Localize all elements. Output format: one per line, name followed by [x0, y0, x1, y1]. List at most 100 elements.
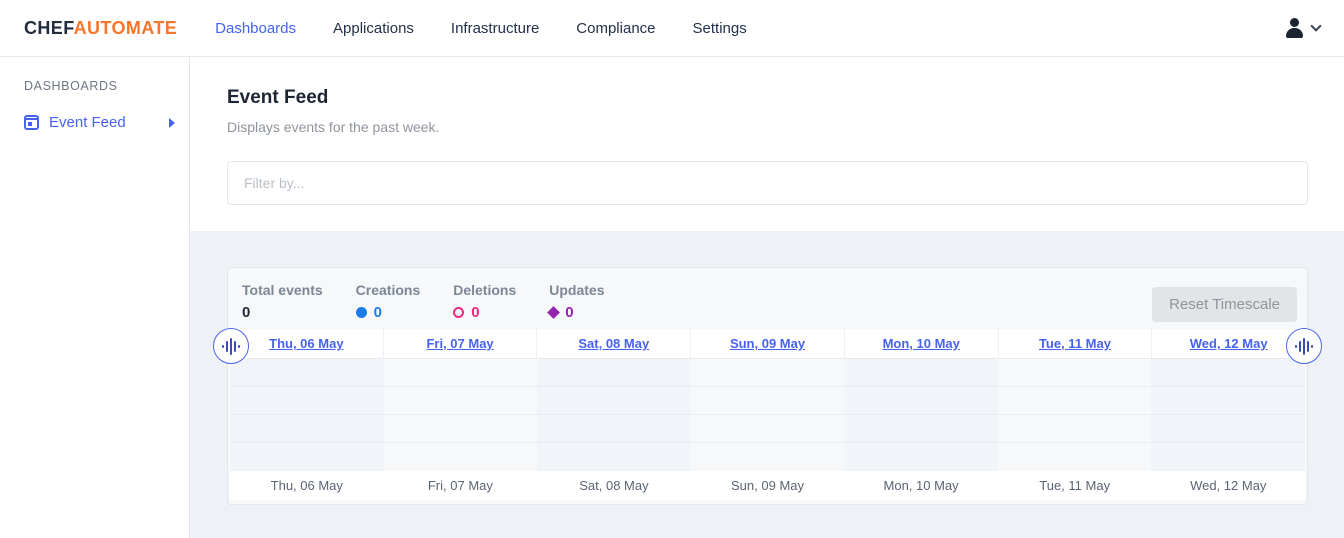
stat-deletions: Deletions 0 [453, 282, 516, 321]
day-footer-label: Thu, 06 May [230, 471, 384, 500]
day-header-link[interactable]: Fri, 07 May [383, 329, 537, 358]
day-footer-label: Sun, 09 May [691, 471, 845, 500]
grid-column [384, 359, 538, 471]
stat-creations: Creations 0 [356, 282, 421, 321]
nav-item-dashboards[interactable]: Dashboards [215, 20, 296, 37]
day-header-link[interactable]: Tue, 11 May [998, 329, 1152, 358]
stat-label: Creations [356, 282, 421, 298]
grid-cell [384, 359, 538, 387]
nav-item-applications[interactable]: Applications [333, 20, 414, 37]
chevron-down-icon [1310, 20, 1321, 31]
stat-value: 0 [471, 304, 479, 321]
grid-cell [537, 443, 691, 471]
main-nav: Dashboards Applications Infrastructure Comp… [215, 20, 747, 37]
grid-cell [844, 359, 998, 387]
expand-arrow-icon [169, 118, 175, 128]
stat-total-events: Total events 0 [242, 282, 323, 321]
stat-value: 0 [242, 304, 250, 321]
day-header-link[interactable]: Sat, 08 May [536, 329, 690, 358]
filled-circle-icon [356, 307, 367, 318]
day-header-link[interactable]: Wed, 12 May [1151, 329, 1305, 358]
grid-cell [1151, 443, 1305, 471]
grid-column [844, 359, 998, 471]
day-footer-label: Wed, 12 May [1151, 471, 1305, 500]
day-footer-label: Sat, 08 May [537, 471, 691, 500]
stat-updates: Updates 0 [549, 282, 604, 321]
handle-bars-icon [1295, 345, 1297, 348]
timeline-day-footer-row: Thu, 06 MayFri, 07 MaySat, 08 MaySun, 09… [230, 471, 1305, 500]
nav-item-infrastructure[interactable]: Infrastructure [451, 20, 539, 37]
user-menu[interactable] [1285, 18, 1320, 38]
grid-cell [998, 443, 1152, 471]
grid-cell [844, 387, 998, 415]
timescale-right-handle[interactable] [1286, 328, 1322, 364]
logo-automate-text: AUTOMATE [74, 18, 178, 38]
calendar-icon [24, 115, 39, 130]
logo-chef-text: CHEF [24, 18, 74, 38]
grid-cell [230, 443, 384, 471]
filled-diamond-icon [547, 306, 560, 319]
sidebar: DASHBOARDS Event Feed [0, 57, 190, 538]
grid-cell [384, 387, 538, 415]
grid-cell [384, 443, 538, 471]
timescale-left-handle[interactable] [213, 328, 249, 364]
grid-cell [998, 387, 1152, 415]
sidebar-item-label: Event Feed [49, 114, 126, 131]
stat-label: Updates [549, 282, 604, 298]
day-header-link[interactable]: Thu, 06 May [230, 329, 383, 358]
grid-cell [1151, 359, 1305, 387]
nav-item-compliance[interactable]: Compliance [576, 20, 655, 37]
grid-cell [998, 415, 1152, 443]
chef-automate-logo[interactable]: CHEFAUTOMATE [24, 18, 177, 39]
day-footer-label: Fri, 07 May [384, 471, 538, 500]
stat-value: 0 [374, 304, 382, 321]
grid-column [691, 359, 845, 471]
page-header-section: Event Feed Displays events for the past … [190, 57, 1344, 231]
grid-cell [1151, 387, 1305, 415]
main-content: Event Feed Displays events for the past … [190, 57, 1344, 538]
open-circle-icon [453, 307, 464, 318]
handle-bars-icon [222, 345, 224, 348]
grid-cell [691, 359, 845, 387]
day-header-link[interactable]: Sun, 09 May [690, 329, 844, 358]
sidebar-heading: DASHBOARDS [24, 79, 189, 93]
top-navigation-bar: CHEFAUTOMATE Dashboards Applications Infra… [0, 0, 1344, 57]
grid-cell [691, 415, 845, 443]
page-title: Event Feed [227, 87, 1308, 109]
grid-cell [230, 415, 384, 443]
grid-column [1151, 359, 1305, 471]
user-icon [1285, 18, 1305, 38]
filter-input[interactable] [227, 161, 1308, 205]
nav-item-settings[interactable]: Settings [693, 20, 747, 37]
reset-timescale-button[interactable]: Reset Timescale [1152, 287, 1297, 322]
timeline-day-header-row: Thu, 06 MayFri, 07 MaySat, 08 MaySun, 09… [230, 329, 1305, 359]
grid-cell [537, 359, 691, 387]
grid-cell [1151, 415, 1305, 443]
event-feed-card: Total events0Creations0Deletions0Updates… [227, 267, 1308, 505]
grid-cell [384, 415, 538, 443]
event-feed-section: Total events0Creations0Deletions0Updates… [190, 231, 1344, 538]
timeline-grid [230, 359, 1305, 471]
event-timeline: Thu, 06 MayFri, 07 MaySat, 08 MaySun, 09… [230, 329, 1305, 500]
stat-value: 0 [565, 304, 573, 321]
page-subtitle: Displays events for the past week. [227, 119, 1308, 135]
grid-cell [537, 387, 691, 415]
grid-cell [537, 415, 691, 443]
event-stats-row: Total events0Creations0Deletions0Updates… [228, 268, 1307, 321]
grid-cell [230, 359, 384, 387]
grid-column [998, 359, 1152, 471]
stat-label: Deletions [453, 282, 516, 298]
stat-label: Total events [242, 282, 323, 298]
grid-cell [844, 415, 998, 443]
grid-cell [691, 387, 845, 415]
day-header-link[interactable]: Mon, 10 May [844, 329, 998, 358]
sidebar-item-event-feed[interactable]: Event Feed [0, 110, 189, 135]
grid-column [230, 359, 384, 471]
grid-cell [844, 443, 998, 471]
grid-column [537, 359, 691, 471]
grid-cell [998, 359, 1152, 387]
grid-cell [230, 387, 384, 415]
grid-cell [691, 443, 845, 471]
day-footer-label: Mon, 10 May [844, 471, 998, 500]
day-footer-label: Tue, 11 May [998, 471, 1152, 500]
